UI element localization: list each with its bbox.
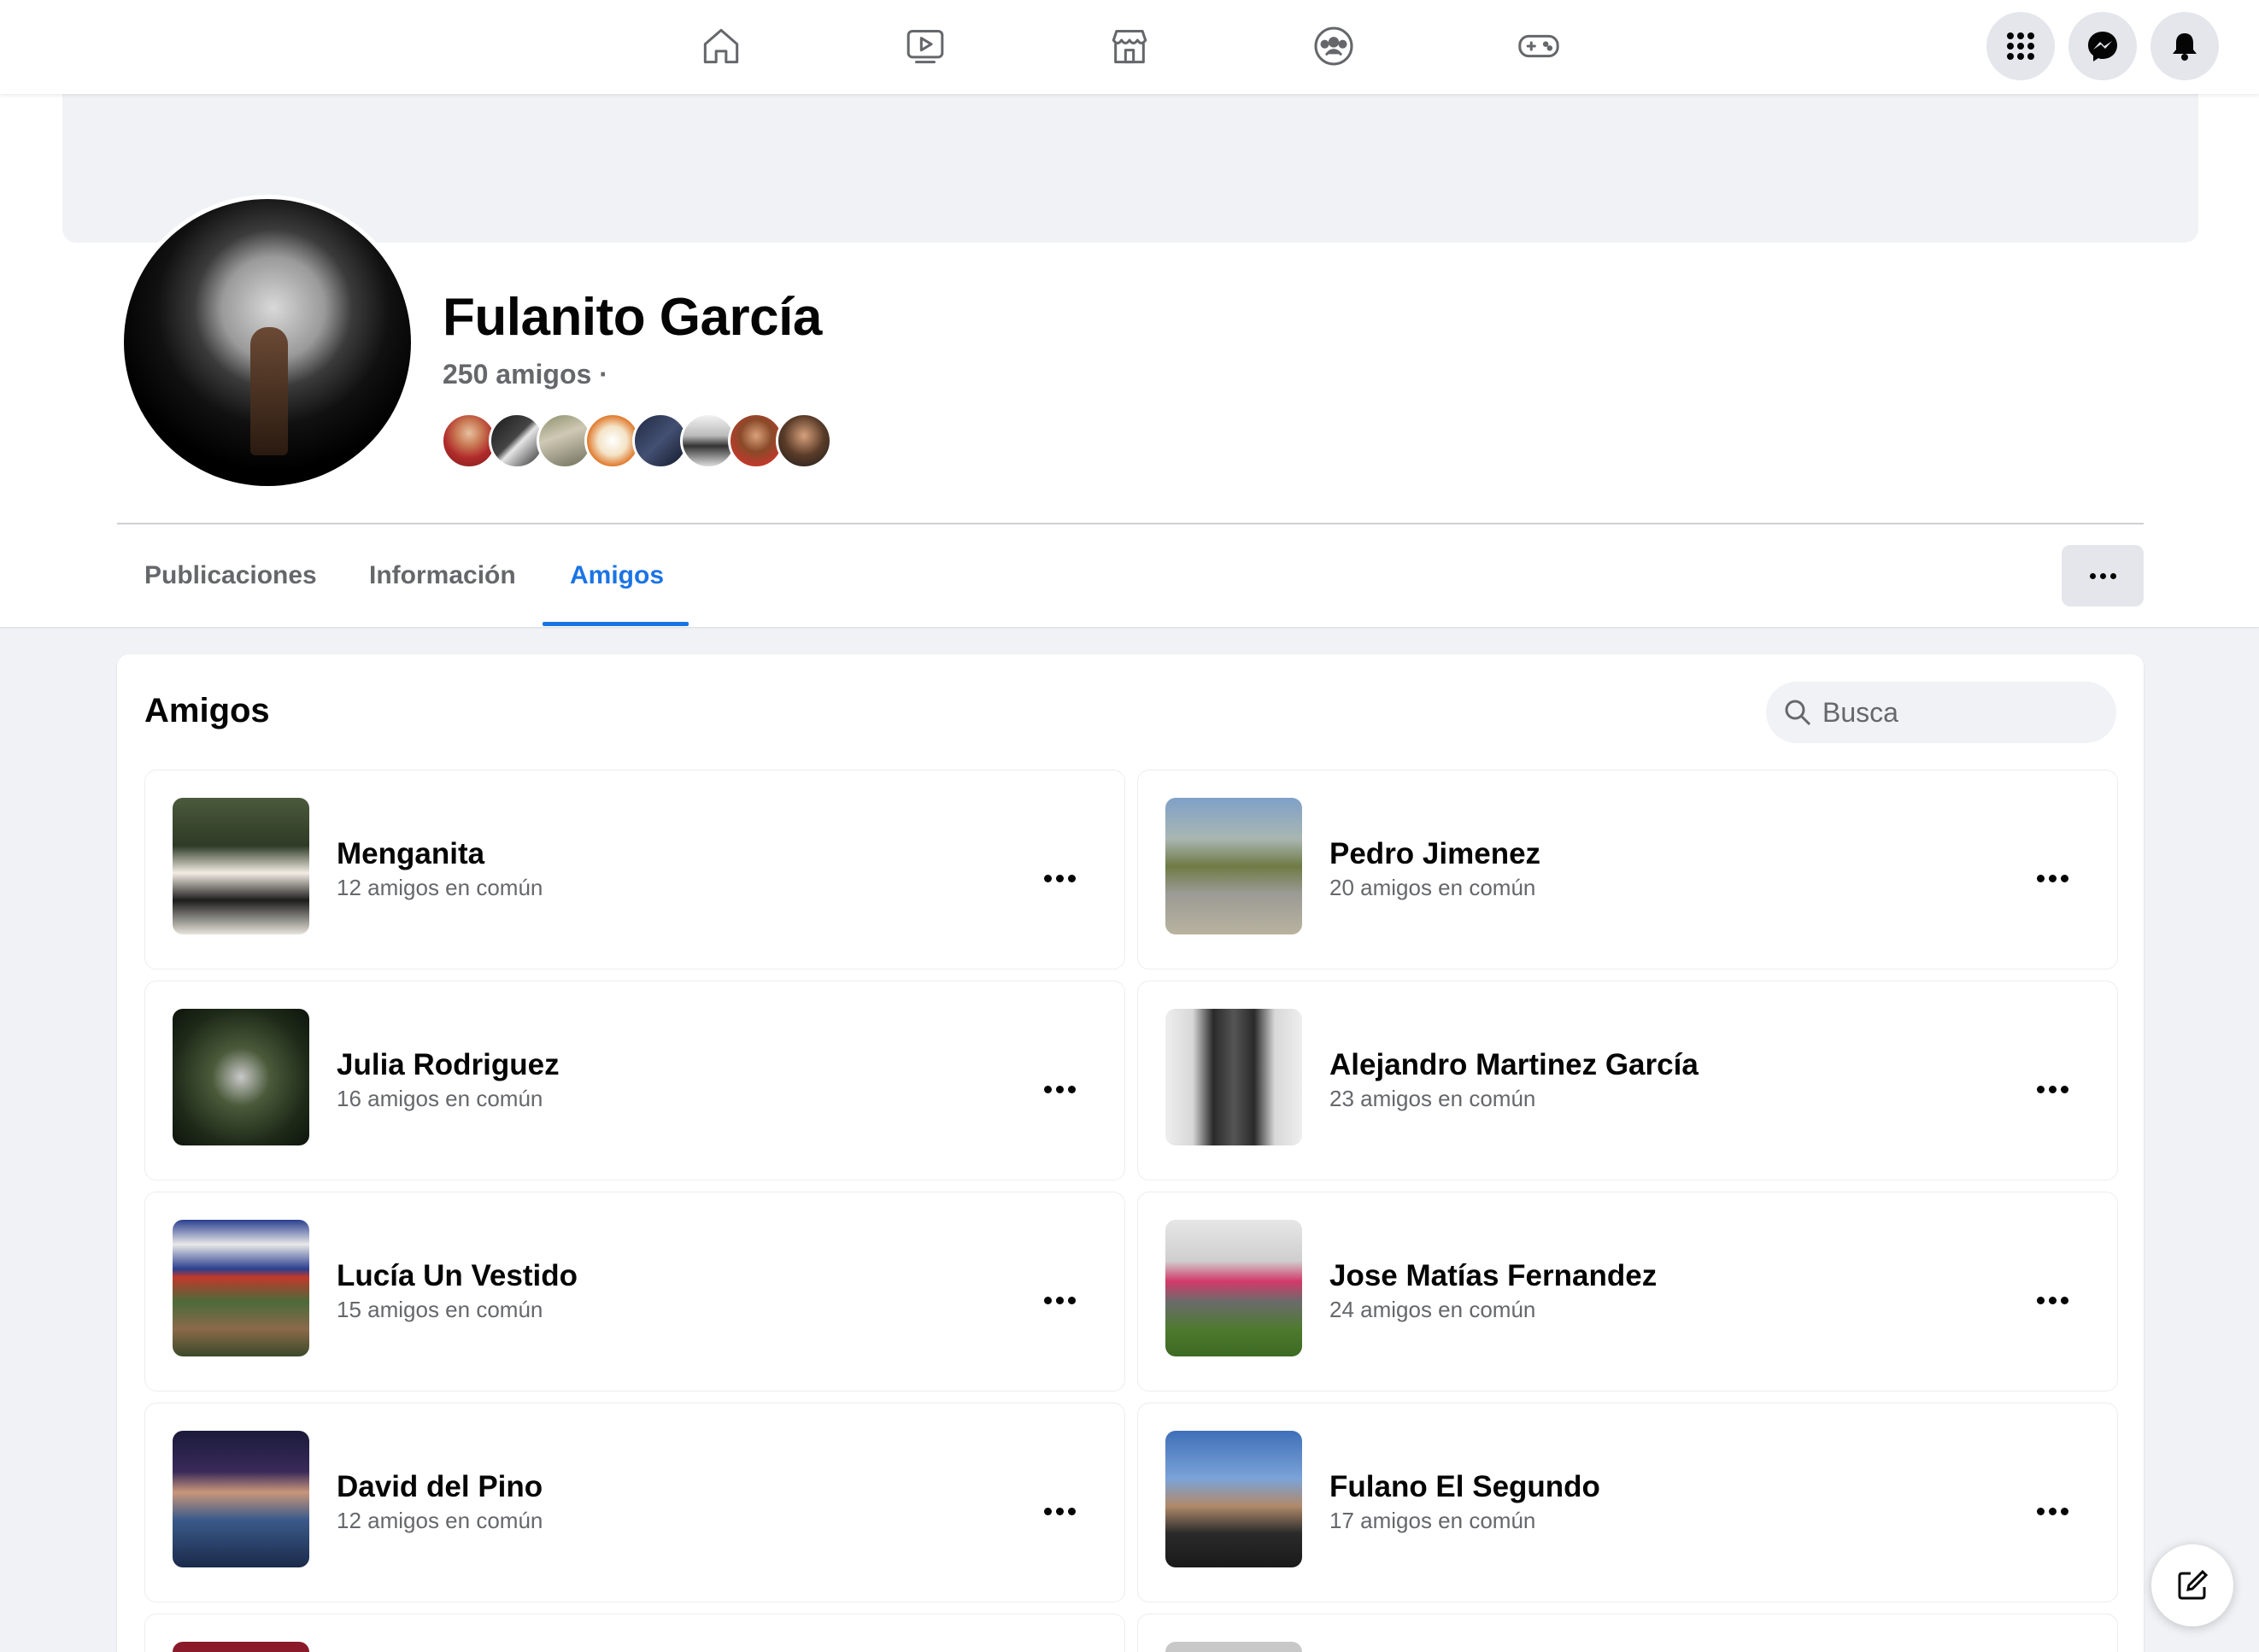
- mutual-friends: 24 amigos en común: [1329, 1297, 1536, 1322]
- friend-options-button[interactable]: [1034, 1274, 1085, 1326]
- marketplace-icon[interactable]: [1102, 21, 1157, 72]
- mutual-friends: 16 amigos en común: [337, 1086, 543, 1111]
- tab-amigos[interactable]: Amigos: [570, 561, 664, 590]
- profile-picture[interactable]: [120, 195, 415, 490]
- friend-photo[interactable]: [173, 798, 309, 934]
- friend-avatars-row: [441, 413, 832, 469]
- home-icon[interactable]: [694, 21, 748, 72]
- watch-icon[interactable]: [898, 21, 953, 72]
- profile-header: [0, 94, 2259, 627]
- friends-count[interactable]: 250 amigos ·: [443, 359, 608, 390]
- more-dots-icon: [2087, 568, 2118, 583]
- friend-card[interactable]: David del Pino 12 amigos en común: [144, 1403, 1125, 1602]
- mutual-friends: 23 amigos en común: [1329, 1086, 1536, 1111]
- friend-photo[interactable]: [173, 1220, 309, 1356]
- friend-options-button[interactable]: [2027, 1274, 2078, 1326]
- search-icon: [1785, 700, 1811, 726]
- friend-photo[interactable]: [1165, 1431, 1302, 1567]
- more-options-button[interactable]: [2062, 545, 2144, 606]
- groups-icon[interactable]: [1306, 21, 1361, 72]
- friend-options-button[interactable]: [1034, 1485, 1085, 1537]
- mutual-friends: 12 amigos en común: [337, 1508, 543, 1533]
- friend-photo[interactable]: [1165, 1220, 1302, 1356]
- friend-avatar[interactable]: [776, 413, 832, 469]
- compose-icon: [2178, 1569, 2209, 1600]
- friend-options-button[interactable]: [1034, 1063, 1085, 1115]
- compose-message-button[interactable]: [2151, 1544, 2233, 1626]
- friend-name[interactable]: David del Pino: [337, 1470, 543, 1504]
- friend-name[interactable]: Menganita: [337, 837, 484, 871]
- friend-photo[interactable]: [173, 1642, 309, 1652]
- friend-card[interactable]: Fulano El Segundo 17 amigos en común: [1137, 1403, 2118, 1602]
- friend-photo[interactable]: [1165, 1009, 1302, 1145]
- friend-name[interactable]: Fulano El Segundo: [1329, 1470, 1600, 1504]
- friend-options-button[interactable]: [2027, 1063, 2078, 1115]
- active-tab-indicator: [543, 622, 689, 626]
- friend-name[interactable]: Julia Rodriguez: [337, 1048, 560, 1082]
- notifications-icon[interactable]: [2150, 12, 2219, 80]
- gaming-icon[interactable]: [1511, 21, 1566, 72]
- profile-avatar-image: [124, 199, 411, 486]
- messenger-icon[interactable]: [2068, 12, 2137, 80]
- friend-card[interactable]: [1137, 1614, 2118, 1652]
- tab-informacion[interactable]: Información: [369, 561, 516, 590]
- profile-name: Fulanito García: [443, 288, 822, 347]
- tab-publicaciones[interactable]: Publicaciones: [144, 561, 317, 590]
- friend-options-button[interactable]: [1034, 852, 1085, 904]
- friend-card[interactable]: [144, 1614, 1125, 1652]
- friend-options-button[interactable]: [2027, 1485, 2078, 1537]
- friend-photo[interactable]: [1165, 798, 1302, 934]
- friend-photo[interactable]: [173, 1431, 309, 1567]
- mutual-friends: 15 amigos en común: [337, 1297, 543, 1322]
- mutual-friends: 12 amigos en común: [337, 875, 543, 900]
- friend-card[interactable]: Jose Matías Fernandez 24 amigos en común: [1137, 1192, 2118, 1391]
- friend-name[interactable]: Lucía Un Vestido: [337, 1259, 578, 1293]
- friends-card: Amigos Menganita 12 amigos en común Pedr…: [117, 654, 2144, 1652]
- mutual-friends: 20 amigos en común: [1329, 875, 1536, 900]
- friend-card[interactable]: Alejandro Martinez García 23 amigos en c…: [1137, 981, 2118, 1180]
- friend-options-button[interactable]: [2027, 852, 2078, 904]
- friend-photo[interactable]: [1165, 1642, 1302, 1652]
- friend-name[interactable]: Jose Matías Fernandez: [1329, 1259, 1657, 1293]
- friend-card[interactable]: Julia Rodriguez 16 amigos en común: [144, 981, 1125, 1180]
- menu-grid-icon[interactable]: [1986, 12, 2055, 80]
- friend-card[interactable]: Menganita 12 amigos en común: [144, 770, 1125, 970]
- friends-section-title: Amigos: [144, 692, 270, 729]
- friend-photo[interactable]: [173, 1009, 309, 1145]
- friend-name[interactable]: Pedro Jimenez: [1329, 837, 1540, 871]
- cover-photo[interactable]: [62, 94, 2198, 243]
- friend-name[interactable]: Alejandro Martinez García: [1329, 1048, 1699, 1082]
- search-input[interactable]: [1822, 696, 2096, 729]
- friends-search[interactable]: [1766, 682, 2116, 743]
- header-divider: [117, 523, 2144, 524]
- top-navigation-bar: [0, 0, 2259, 94]
- friend-card[interactable]: Lucía Un Vestido 15 amigos en común: [144, 1192, 1125, 1391]
- friend-card[interactable]: Pedro Jimenez 20 amigos en común: [1137, 770, 2118, 970]
- mutual-friends: 17 amigos en común: [1329, 1508, 1536, 1533]
